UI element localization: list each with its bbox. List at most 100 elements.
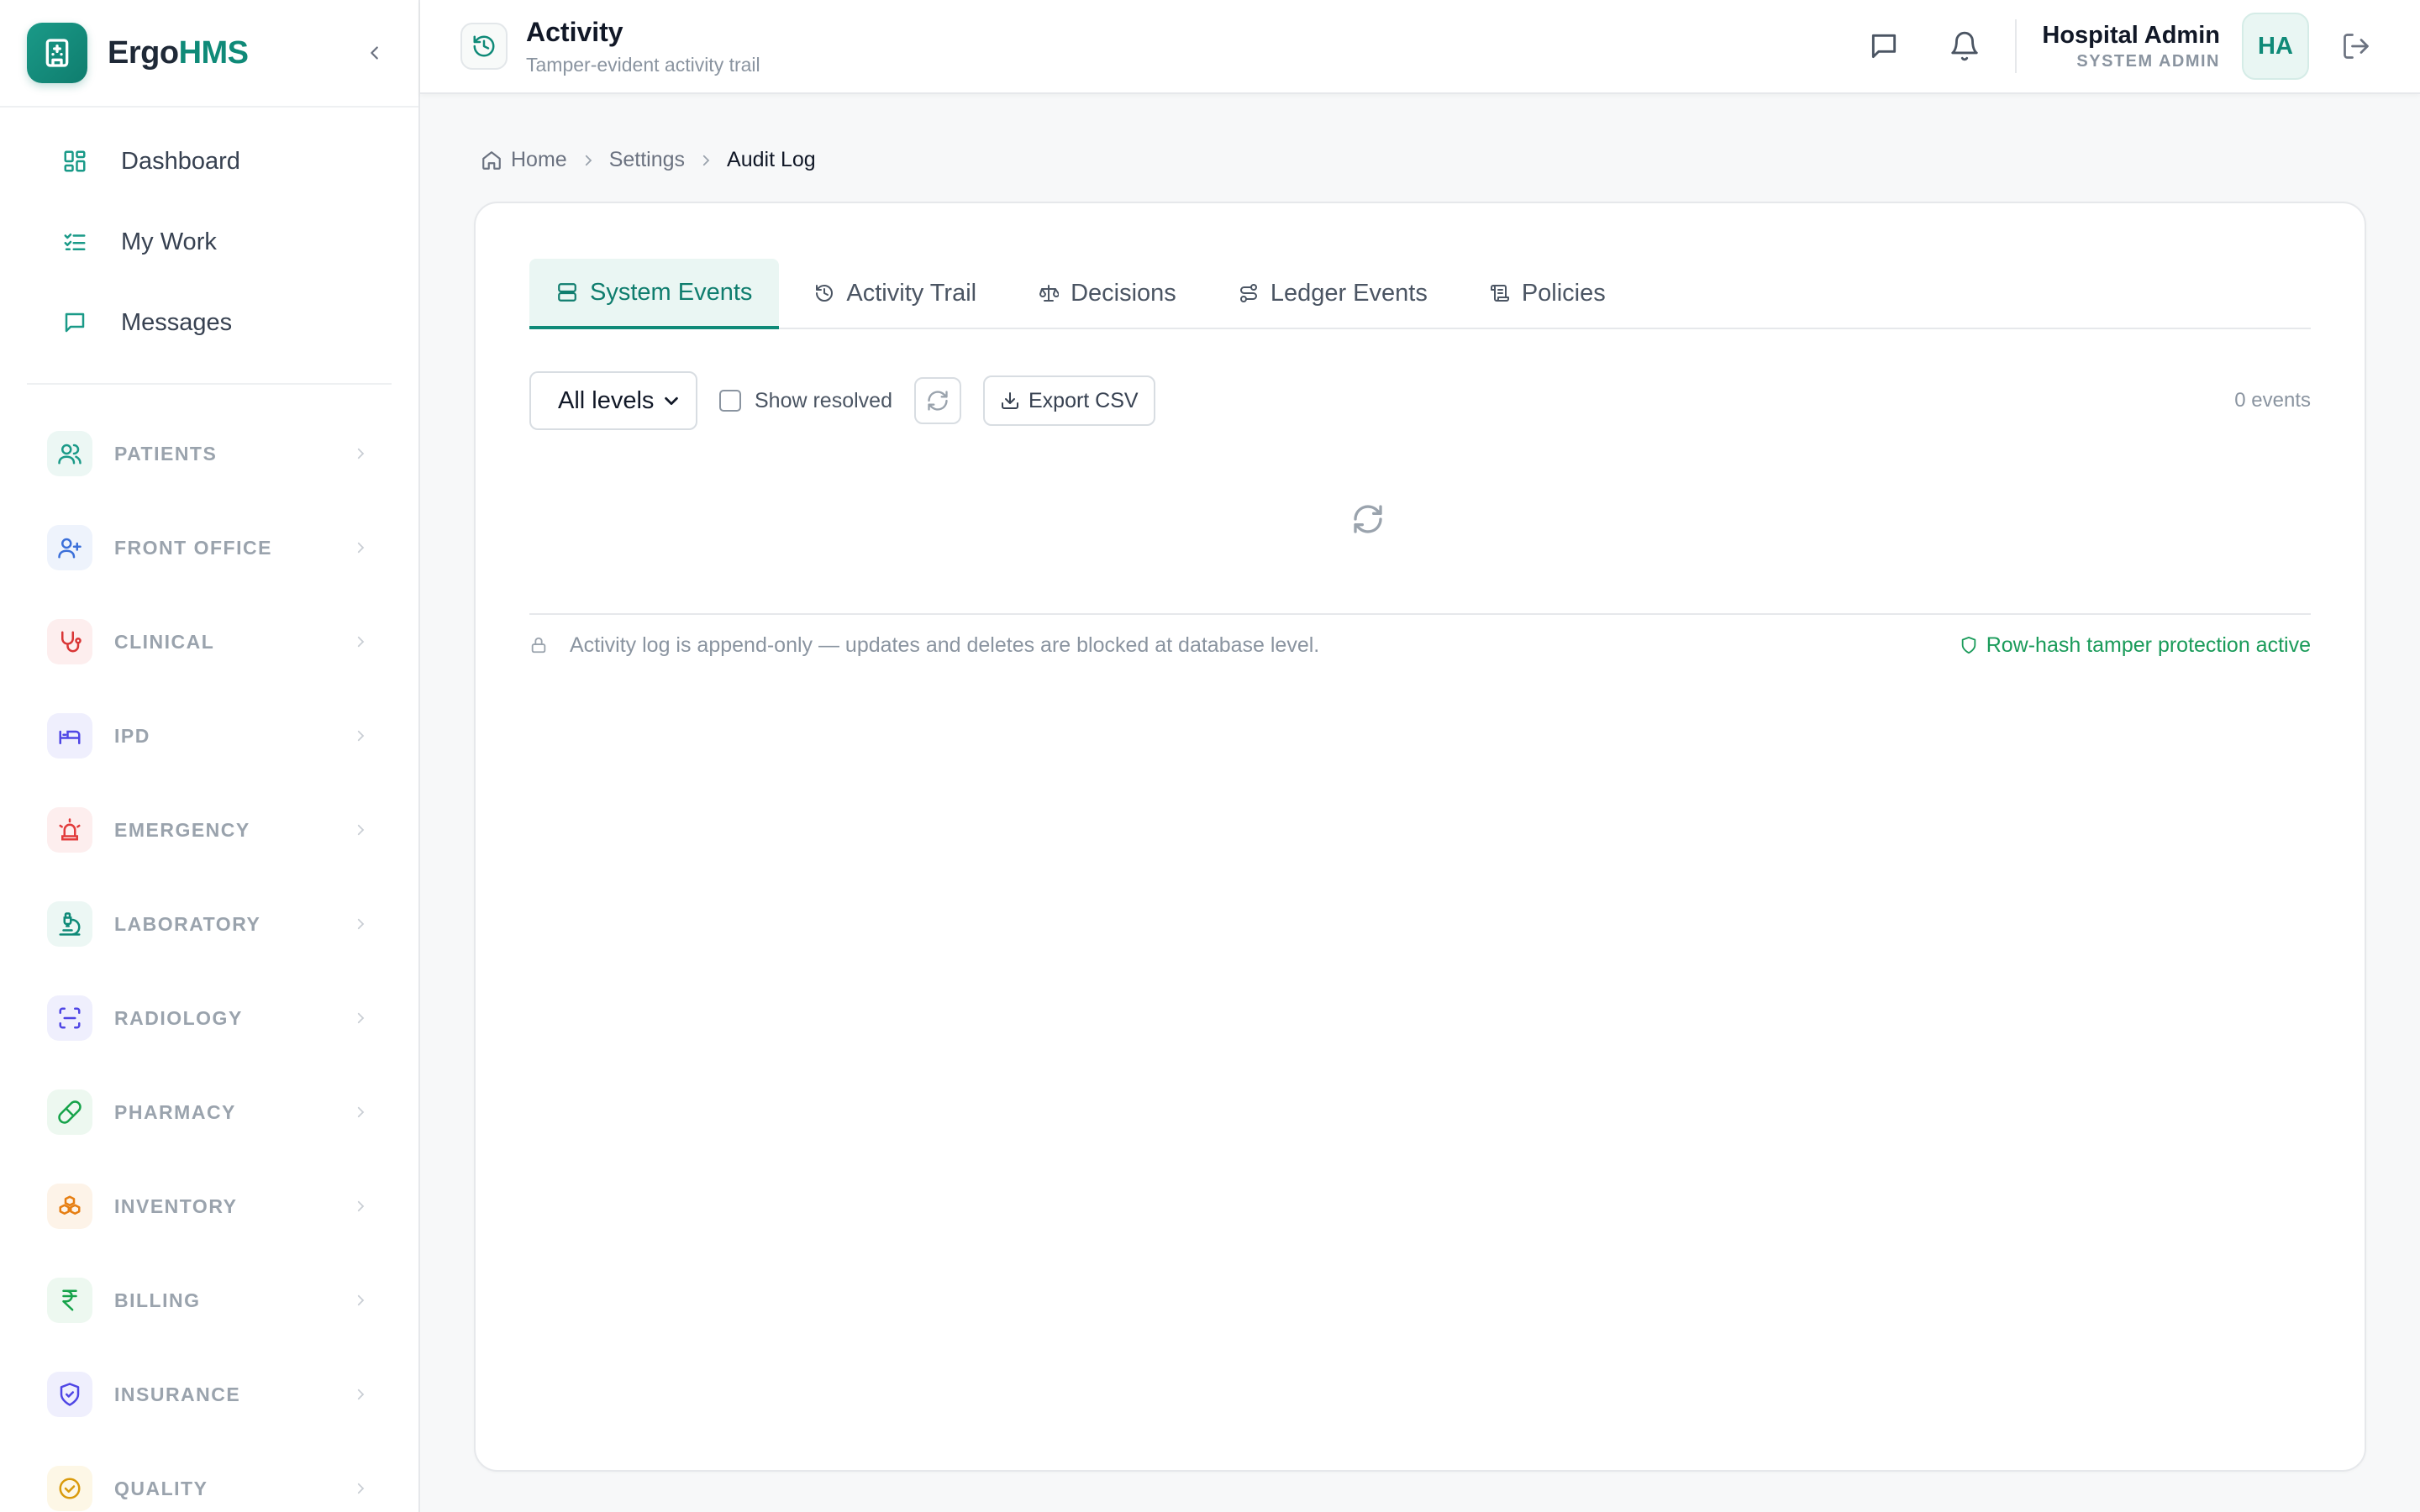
sidebar-top-nav: Dashboard My Work Messages — [27, 108, 392, 385]
sidebar-group-label: QUALITY — [114, 1477, 208, 1499]
notifications-button[interactable] — [1941, 23, 1988, 70]
breadcrumb: Home Settings Audit Log — [481, 148, 816, 172]
sidebar-group-inventory[interactable]: INVENTORY — [0, 1159, 418, 1253]
sidebar-group-insurance[interactable]: INSURANCE — [0, 1347, 418, 1441]
users-icon — [47, 431, 92, 476]
chevron-right-icon — [698, 153, 713, 168]
chevron-right-icon — [353, 446, 368, 461]
sidebar-group-label: LABORATORY — [114, 912, 261, 935]
brand-name-part1: Ergo — [108, 34, 179, 71]
sidebar-item-dashboard[interactable]: Dashboard — [27, 121, 392, 202]
sidebar: ErgoHMS Dashboard My Work Messages PATIE… — [0, 0, 420, 1512]
show-resolved-toggle[interactable]: Show resolved — [719, 389, 892, 413]
sidebar-group-laboratory[interactable]: LABORATORY — [0, 877, 418, 971]
export-csv-button[interactable]: Export CSV — [982, 375, 1155, 426]
sidebar-group-emergency[interactable]: EMERGENCY — [0, 783, 418, 877]
message-icon — [1872, 34, 1897, 59]
chevron-right-icon — [353, 634, 368, 649]
level-select-value: All levels — [558, 386, 655, 414]
refresh-button[interactable] — [913, 377, 961, 424]
tab-label: System Events — [590, 278, 753, 306]
bell-icon — [1951, 31, 1979, 61]
check-circle-icon — [47, 1466, 92, 1511]
sidebar-group-label: EMERGENCY — [114, 818, 250, 841]
pill-icon — [47, 1089, 92, 1135]
sidebar-group-ipd[interactable]: IPD — [0, 689, 418, 783]
chevron-right-icon — [353, 916, 368, 932]
checklist-icon — [60, 228, 89, 256]
sidebar-group-radiology[interactable]: RADIOLOGY — [0, 971, 418, 1065]
scroll-icon — [1490, 283, 1510, 303]
user-role: SYSTEM ADMIN — [2076, 52, 2220, 71]
user-plus-icon — [47, 525, 92, 570]
boxes-icon — [47, 1184, 92, 1229]
home-icon — [481, 150, 502, 171]
sidebar-group-pharmacy[interactable]: PHARMACY — [0, 1065, 418, 1159]
chevron-left-icon — [371, 46, 378, 60]
tab-label: Policies — [1521, 279, 1606, 307]
microscope-icon — [47, 901, 92, 947]
loading-spinner-icon — [1351, 502, 1385, 536]
logout-button[interactable] — [2333, 23, 2380, 70]
shield-icon — [1960, 636, 1978, 654]
tab-label: Decisions — [1071, 279, 1176, 307]
chevron-right-icon — [353, 1293, 368, 1308]
sidebar-item-my-work[interactable]: My Work — [27, 202, 392, 282]
siren-icon — [47, 807, 92, 853]
collapse-sidebar-button[interactable] — [358, 36, 392, 70]
header-divider — [2015, 19, 2018, 73]
sidebar-groups: PATIENTS FRONT OFFICE CLINICAL IPD EMERG… — [0, 385, 418, 1512]
sidebar-group-clinical[interactable]: CLINICAL — [0, 595, 418, 689]
chevron-right-icon — [353, 540, 368, 555]
sidebar-item-messages[interactable]: Messages — [27, 282, 392, 363]
page-title: Activity — [526, 17, 623, 47]
tab-label: Ledger Events — [1270, 279, 1428, 307]
page-subtitle: Tamper-evident activity trail — [526, 54, 760, 76]
sidebar-group-patients[interactable]: PATIENTS — [0, 407, 418, 501]
sidebar-group-label: IPD — [114, 724, 150, 747]
chevron-right-icon — [353, 822, 368, 837]
breadcrumb-home[interactable]: Home — [511, 148, 567, 172]
route-icon — [1239, 283, 1259, 303]
sidebar-group-front-office[interactable]: FRONT OFFICE — [0, 501, 418, 595]
sidebar-group-billing[interactable]: BILLING — [0, 1253, 418, 1347]
chevron-down-icon — [662, 391, 681, 410]
page-title-block: Activity Tamper-evident activity trail — [526, 15, 760, 77]
tamper-protection-text: Row-hash tamper protection active — [1986, 633, 2311, 657]
shield-check-icon — [47, 1372, 92, 1417]
sidebar-item-label: My Work — [121, 228, 217, 255]
export-csv-label: Export CSV — [1028, 388, 1139, 412]
breadcrumb-settings[interactable]: Settings — [609, 148, 685, 172]
tab-system-events[interactable]: System Events — [529, 259, 780, 329]
hospital-logo-icon — [27, 23, 87, 83]
sidebar-group-quality[interactable]: QUALITY — [0, 1441, 418, 1512]
history-icon — [460, 23, 508, 70]
sidebar-group-label: INVENTORY — [114, 1194, 238, 1217]
level-select[interactable]: All levels — [529, 371, 697, 430]
tab-decisions[interactable]: Decisions — [1012, 259, 1203, 328]
filter-toolbar: All levels Show resolved Export CSV 0 ev… — [529, 371, 2311, 430]
tab-ledger-events[interactable]: Ledger Events — [1212, 259, 1455, 328]
tab-activity-trail[interactable]: Activity Trail — [787, 259, 1003, 328]
tamper-protection-status: Row-hash tamper protection active — [1960, 633, 2311, 658]
stethoscope-icon — [47, 619, 92, 664]
server-icon — [556, 281, 578, 303]
audit-log-card: System Events Activity Trail Decisions L… — [474, 202, 2366, 1472]
brand-name-part2: HMS — [178, 34, 249, 71]
messages-button[interactable] — [1860, 23, 1907, 70]
sidebar-group-label: BILLING — [114, 1289, 201, 1311]
chevron-right-icon — [353, 728, 368, 743]
scan-icon — [47, 995, 92, 1041]
audit-footer: Activity log is append-only — updates an… — [529, 613, 2311, 672]
header-actions: Hospital Admin SYSTEM ADMIN HA — [1860, 13, 2380, 80]
chevron-right-icon — [581, 153, 596, 168]
brand-name: ErgoHMS — [108, 35, 249, 71]
avatar[interactable]: HA — [2242, 13, 2309, 80]
sidebar-item-label: Messages — [121, 308, 233, 336]
tab-policies[interactable]: Policies — [1463, 259, 1633, 328]
bed-icon — [47, 713, 92, 759]
logout-icon — [2344, 34, 2369, 59]
show-resolved-checkbox[interactable] — [719, 390, 741, 412]
tab-label: Activity Trail — [846, 279, 977, 307]
user-info[interactable]: Hospital Admin SYSTEM ADMIN — [2042, 20, 2220, 72]
